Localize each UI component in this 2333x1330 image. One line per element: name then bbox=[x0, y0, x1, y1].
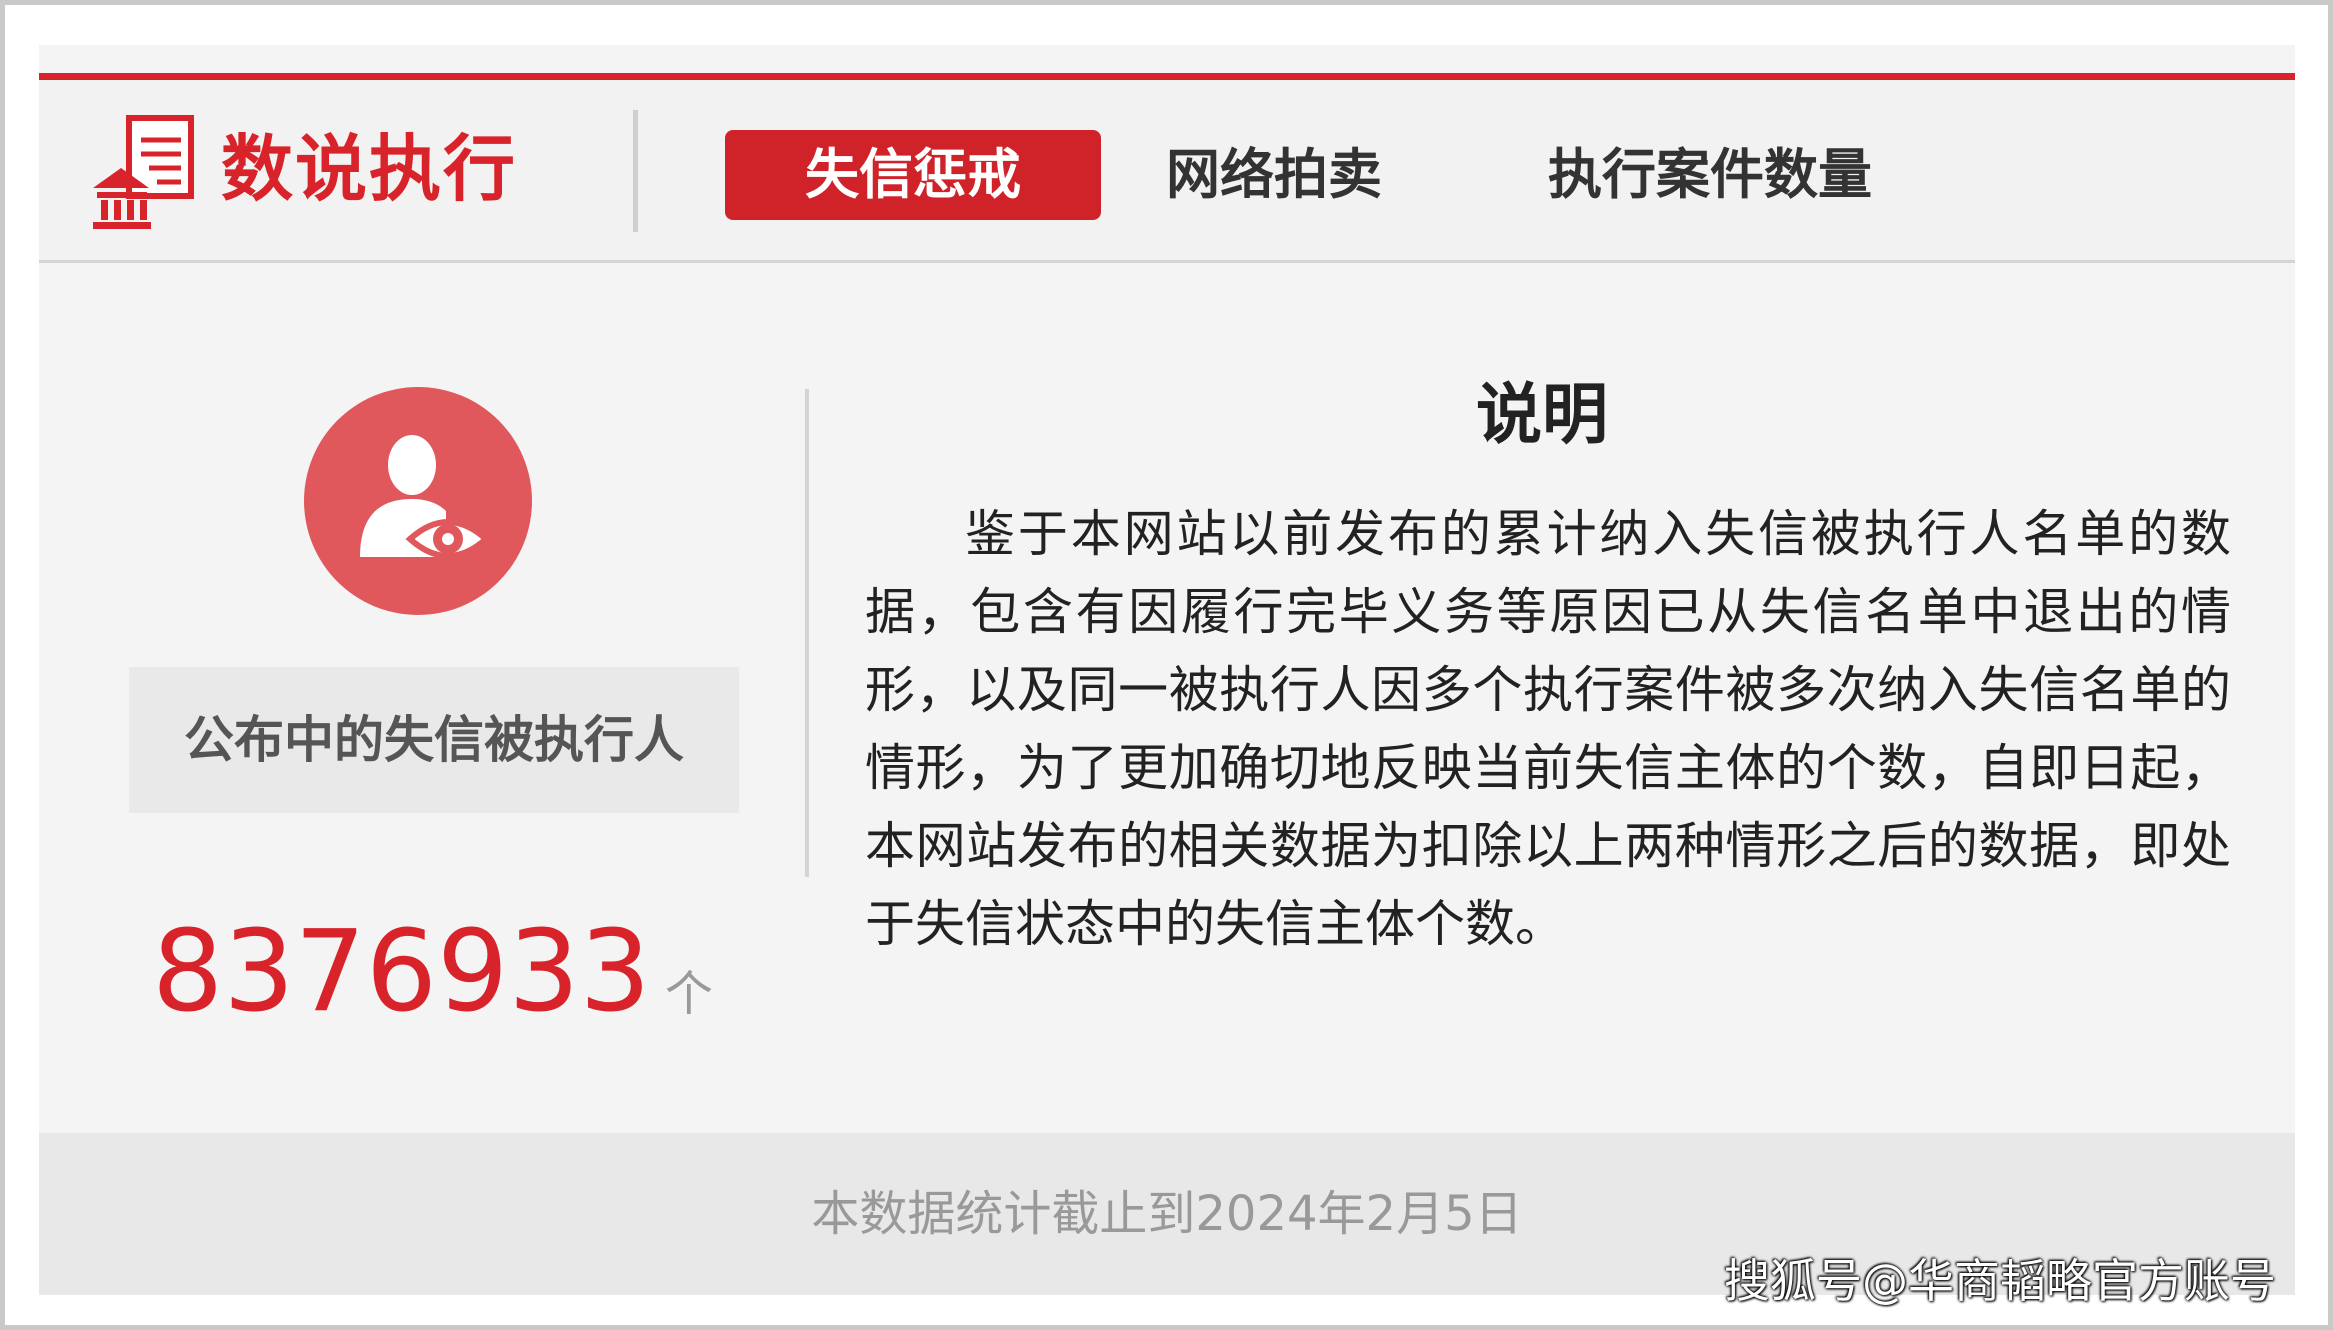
tab-online-auction[interactable]: 网络拍卖 bbox=[1151, 130, 1397, 220]
top-accent-line bbox=[39, 73, 2295, 80]
note-body: 鉴于本网站以前发布的累计纳入失信被执行人名单的数据，包含有因履行完毕义务等原因已… bbox=[865, 505, 2231, 953]
court-document-icon bbox=[89, 112, 199, 232]
dishonest-persons-label: 公布中的失信被执行人 bbox=[129, 667, 739, 813]
count-value: 8376933 bbox=[152, 907, 651, 1037]
tab-dishonest-punishment[interactable]: 失信惩戒 bbox=[725, 130, 1101, 220]
logo-title: 数说执行 bbox=[221, 127, 518, 211]
count-unit: 个 bbox=[664, 966, 713, 1022]
header-divider bbox=[633, 110, 638, 232]
person-eye-icon bbox=[304, 387, 532, 615]
header-bar: 数说执行 失信惩戒 网络拍卖 执行案件数量 bbox=[39, 80, 2295, 263]
note-title: 说明 bbox=[1476, 376, 1608, 453]
dishonest-count: 8376933 个 bbox=[152, 907, 713, 1037]
screenshot-frame: 数说执行 失信惩戒 网络拍卖 执行案件数量 公布中的失信被执行人 8376933… bbox=[0, 0, 2333, 1330]
watermark: 搜狐号@华商韬略官方账号 bbox=[1724, 1254, 2276, 1308]
tab-execution-cases[interactable]: 执行案件数量 bbox=[1537, 130, 1883, 220]
content-divider bbox=[805, 389, 809, 877]
main-panel: 数说执行 失信惩戒 网络拍卖 执行案件数量 公布中的失信被执行人 8376933… bbox=[39, 45, 2295, 1295]
